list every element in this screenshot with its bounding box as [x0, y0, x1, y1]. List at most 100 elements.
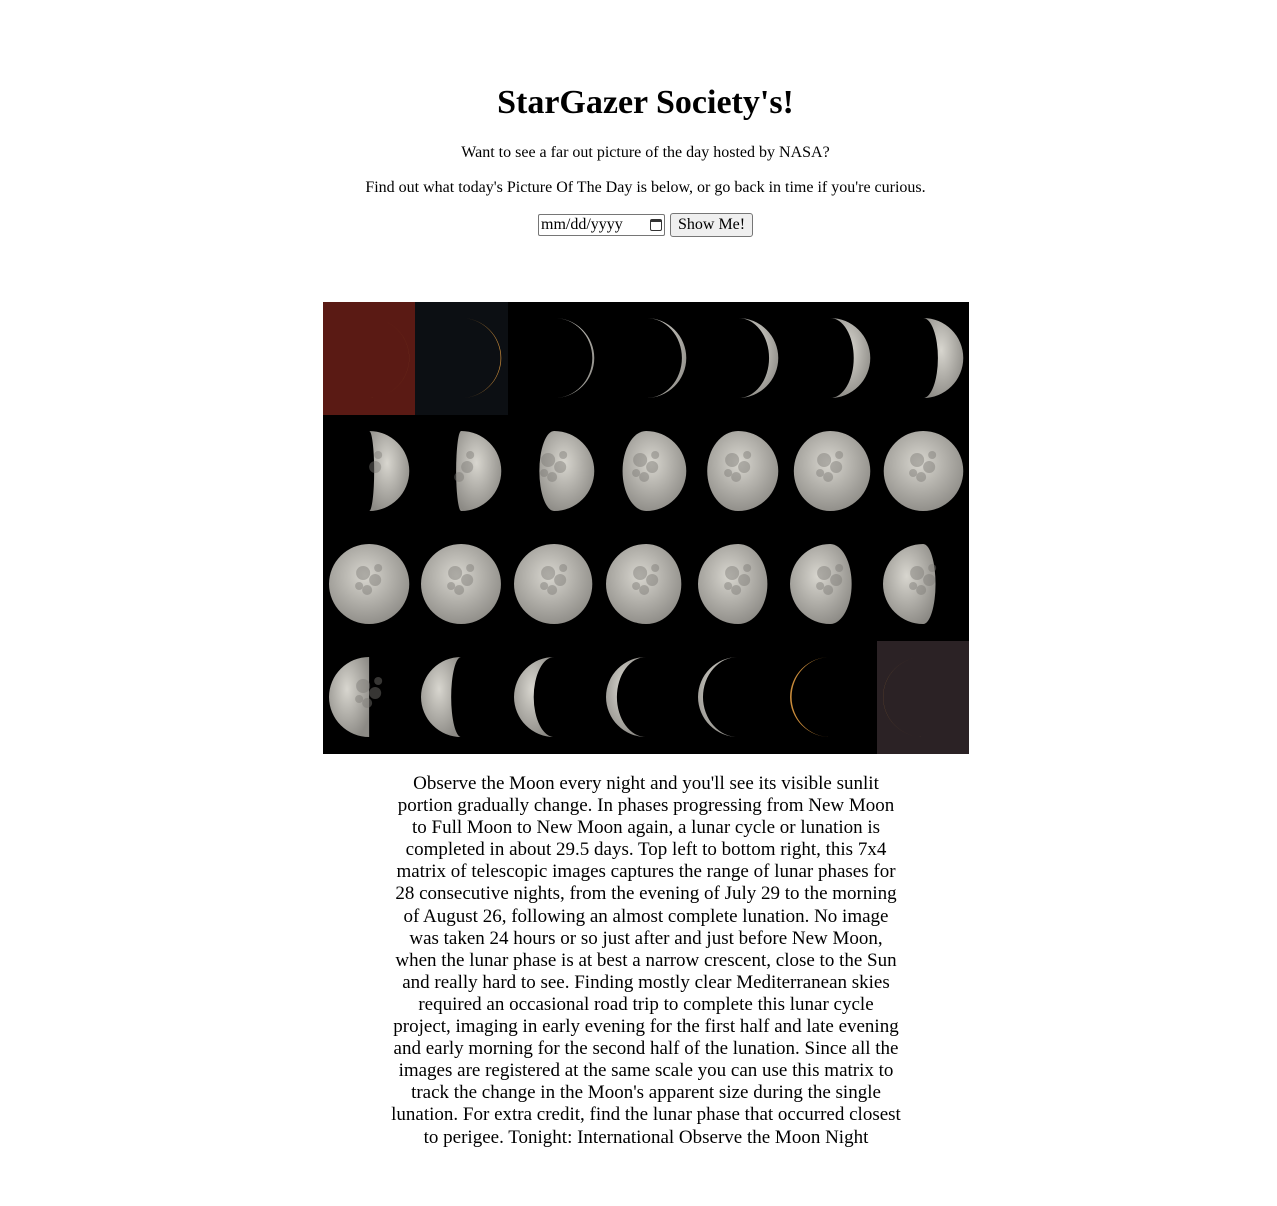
lunar-mare — [540, 453, 555, 467]
lunar-mare — [817, 566, 832, 580]
lunar-mare — [724, 582, 733, 590]
moon-phase-cell — [876, 302, 969, 415]
lunar-mare — [915, 585, 926, 595]
apod-image — [323, 302, 969, 754]
lunar-mare — [835, 451, 844, 459]
moon-phase-cell — [415, 641, 508, 754]
moon-phase-cell — [323, 415, 416, 528]
moon-phase-cell — [599, 528, 693, 641]
moon-lit-portion — [882, 657, 923, 737]
moon-lit-portion — [369, 318, 410, 398]
lunar-mare — [830, 574, 843, 586]
lunar-mare — [466, 451, 475, 459]
lunar-mare — [638, 472, 650, 482]
moon-lit-portion — [922, 318, 963, 398]
moon-phase-cell — [323, 641, 416, 754]
moon-phase-cell — [876, 528, 969, 641]
lunar-mare — [724, 469, 733, 477]
moon-lit-portion — [790, 657, 831, 737]
lunar-mare — [823, 472, 834, 482]
lunar-mare — [355, 582, 364, 590]
lunar-mare — [546, 585, 557, 595]
instructions-text: Find out what today's Picture Of The Day… — [365, 179, 926, 196]
lunar-mare — [645, 574, 659, 586]
moon-phase-cell — [876, 641, 969, 754]
lunar-mare — [731, 585, 742, 595]
lunar-mare — [632, 566, 647, 580]
moon-phase-cell — [692, 641, 785, 754]
show-me-button[interactable]: Show Me! — [670, 213, 754, 237]
date-input[interactable]: mm/dd/yyyy — [538, 214, 665, 236]
lunar-mare — [725, 566, 740, 580]
lunar-mare — [454, 472, 465, 482]
lunar-mare — [830, 461, 843, 473]
lunar-mare — [651, 451, 660, 459]
moon-phase-cell — [599, 415, 693, 528]
moon-lit-portion — [329, 544, 410, 624]
moon-lit-portion — [461, 318, 502, 398]
lunar-mare — [374, 677, 383, 685]
lunar-mare — [909, 453, 924, 467]
lunar-mare — [558, 564, 567, 572]
moon-phase-cell — [415, 302, 508, 415]
moon-phase-cell — [876, 415, 969, 528]
moon-phase-cell — [415, 415, 508, 528]
lunar-mare — [922, 574, 935, 586]
lunar-mare — [553, 574, 566, 586]
lunar-mare — [927, 564, 936, 572]
lunar-mare — [816, 582, 825, 590]
moon-lit-portion — [605, 657, 646, 737]
lunar-mare — [738, 461, 751, 473]
moon-phase-cell — [507, 528, 600, 641]
lunar-mare — [362, 585, 373, 595]
lunar-mare — [743, 451, 752, 459]
moon-phase-cell — [692, 415, 785, 528]
moon-lit-portion — [830, 318, 871, 398]
lunar-mare — [362, 698, 373, 708]
lunar-mare — [835, 564, 844, 572]
lunar-mare — [631, 582, 640, 590]
lunar-mare — [461, 461, 474, 473]
moon-phase-cell — [415, 528, 508, 641]
moon-phase-cell — [784, 415, 877, 528]
lunar-mare — [743, 564, 752, 572]
moon-lit-portion — [538, 431, 594, 511]
moon-lit-portion — [553, 318, 594, 398]
lunar-mare — [558, 451, 567, 459]
moon-phase-cell — [507, 415, 600, 528]
lunar-mare — [908, 469, 917, 477]
moon-phase-cell — [784, 302, 877, 415]
date-form: mm/dd/yyyy Show Me! — [538, 213, 754, 237]
moon-lit-portion — [883, 431, 963, 511]
apod-explanation: Observe the Moon every night and you'll … — [391, 773, 901, 1148]
lunar-mare — [356, 566, 371, 580]
moon-phase-cell — [507, 302, 600, 415]
lunar-mare — [447, 582, 456, 590]
lunar-mare — [823, 585, 834, 595]
moon-phase-cell — [784, 641, 877, 754]
lunar-mare — [731, 472, 742, 482]
lunar-mare — [539, 469, 548, 477]
lunar-mare — [631, 469, 640, 477]
lunar-mare — [539, 582, 548, 590]
date-placeholder: mm/dd/yyyy — [541, 216, 623, 233]
moon-phase-cell — [323, 528, 416, 641]
calendar-icon[interactable] — [650, 219, 662, 231]
page-title: StarGazer Society's! — [497, 84, 794, 121]
lunar-mare — [369, 574, 382, 586]
moon-phase-cell — [692, 528, 785, 641]
moon-lit-portion — [421, 544, 502, 624]
lunar-mare — [448, 566, 463, 580]
lunar-mare — [725, 453, 740, 467]
lunar-mare — [645, 461, 659, 473]
lunar-mare — [909, 566, 924, 580]
lunar-mare — [908, 582, 917, 590]
lunar-mare — [355, 695, 364, 703]
lunar-mare — [922, 461, 935, 473]
moon-lit-portion — [513, 657, 554, 737]
moon-phase-cell — [507, 641, 600, 754]
moon-lit-portion — [513, 544, 592, 624]
lunar-mare — [738, 574, 751, 586]
moon-lit-portion — [421, 657, 462, 737]
lunar-mare — [454, 585, 465, 595]
